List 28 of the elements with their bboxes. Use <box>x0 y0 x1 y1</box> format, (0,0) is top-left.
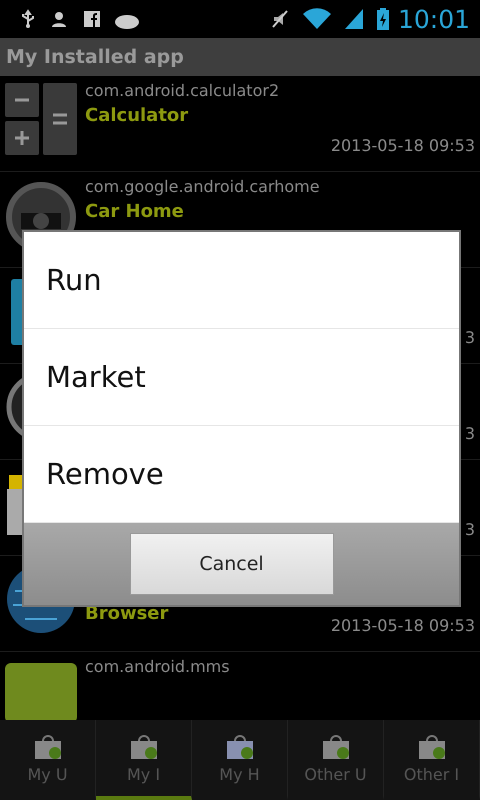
signal-icon <box>344 8 364 30</box>
menu-item[interactable]: Run <box>24 232 459 329</box>
mute-icon <box>270 9 290 29</box>
shopping-bag-icon <box>416 732 446 760</box>
clock-time: 10:01 <box>398 4 470 34</box>
app-name: Calculator <box>85 105 188 128</box>
cancel-button[interactable]: Cancel <box>130 533 334 595</box>
shopping-bag-icon <box>32 732 62 760</box>
shopping-bag-icon <box>128 732 158 760</box>
install-date: 3 <box>464 520 475 539</box>
install-date: 3 <box>464 424 475 443</box>
install-date: 2013-05-18 09:53 <box>330 136 475 155</box>
app-name: Browser <box>85 603 168 626</box>
shopping-bag-icon <box>320 732 350 760</box>
battery-icon <box>376 7 390 31</box>
screen-title: My Installed app <box>6 46 184 68</box>
menu-item[interactable]: Market <box>24 329 459 426</box>
install-date: 3 <box>464 328 475 347</box>
shopping-bag-icon <box>224 732 254 760</box>
app-row[interactable]: com.android.calculator2 Calculator 2013-05-18 09:53 <box>0 76 480 172</box>
wifi-icon <box>302 8 332 30</box>
app-name: Car Home <box>85 201 184 224</box>
calculator-icon <box>3 81 79 157</box>
package-name: com.google.android.carhome <box>85 177 320 198</box>
install-date: 2013-05-18 09:53 <box>330 616 475 635</box>
package-name: com.android.calculator2 <box>85 81 280 102</box>
facebook-icon <box>82 9 102 29</box>
package-name: com.android.mms <box>85 657 230 678</box>
